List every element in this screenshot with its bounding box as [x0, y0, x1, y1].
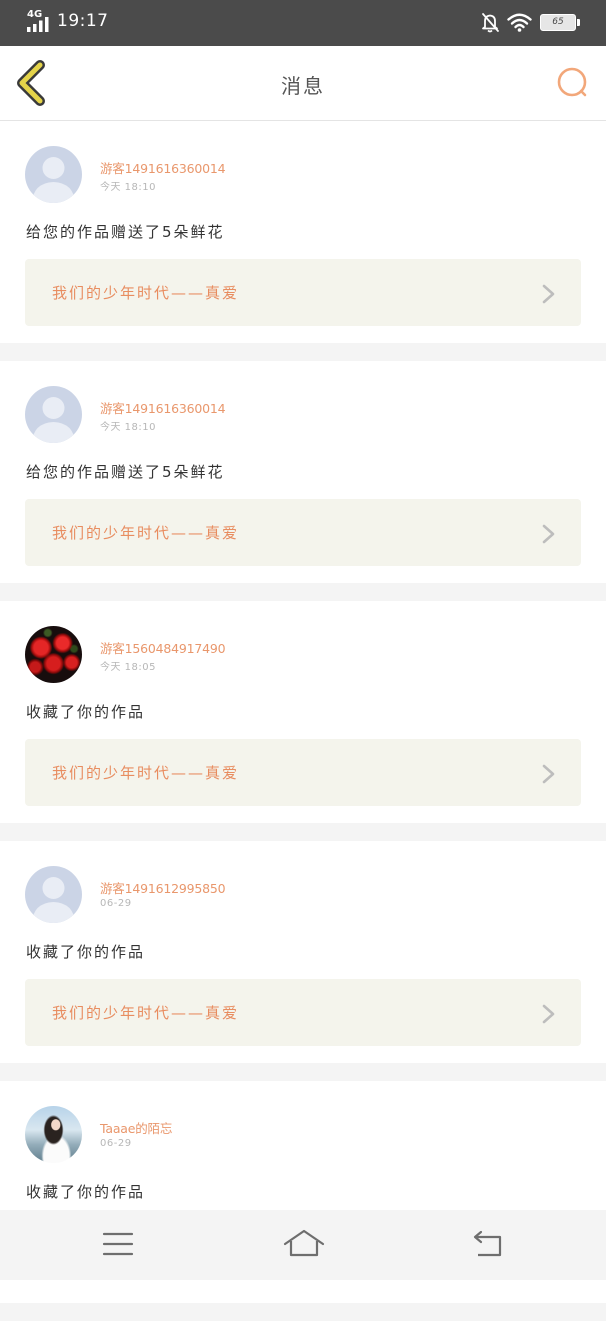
- message-text: 给您的作品赠送了5朵鲜花: [26, 463, 225, 481]
- work-title: 我们的少年时代——真爱: [52, 1004, 240, 1022]
- default-avatar-icon: [25, 866, 82, 923]
- chevron-right-icon: [542, 1004, 555, 1024]
- message-time: 今天 18:10: [100, 422, 156, 433]
- home-icon[interactable]: [282, 1226, 326, 1264]
- work-title: 我们的少年时代——真爱: [52, 764, 240, 782]
- message-time: 今天 18:05: [100, 662, 156, 673]
- chevron-right-icon: [542, 284, 555, 304]
- default-avatar-icon: [25, 386, 82, 443]
- avatar-woman-photo[interactable]: [25, 1106, 82, 1163]
- status-bar: 4G 19:17 65: [0, 0, 606, 46]
- message-text: 收藏了你的作品: [26, 703, 146, 721]
- username[interactable]: Taaae的陌忘: [100, 1118, 172, 1137]
- system-nav-bar: [0, 1210, 606, 1280]
- page-title: 消息: [281, 74, 325, 98]
- username[interactable]: 游客1491616360014: [100, 158, 226, 177]
- message-text: 给您的作品赠送了5朵鲜花: [26, 223, 225, 241]
- default-avatar-icon: [25, 146, 82, 203]
- message-card[interactable]: 游客1491616360014 今天 18:10 给您的作品赠送了5朵鲜花 我们…: [0, 361, 606, 583]
- avatar-roses-photo[interactable]: [25, 626, 82, 683]
- message-card[interactable]: 游客1491612995850 06-29 收藏了你的作品 我们的少年时代——真…: [0, 841, 606, 1063]
- avatar[interactable]: [25, 146, 82, 203]
- message-card[interactable]: 游客1560484917490 今天 18:05 收藏了你的作品 我们的少年时代…: [0, 601, 606, 823]
- work-link[interactable]: 我们的少年时代——真爱: [25, 979, 581, 1046]
- message-time: 06-29: [100, 1138, 132, 1149]
- header: 消息: [0, 46, 606, 121]
- chevron-right-icon: [542, 524, 555, 544]
- battery-level: 65: [552, 17, 564, 27]
- status-time: 19:17: [57, 11, 109, 31]
- battery-icon: 65: [540, 14, 576, 31]
- message-text: 收藏了你的作品: [26, 943, 146, 961]
- message-time: 今天 18:10: [100, 182, 156, 193]
- work-link[interactable]: 我们的少年时代——真爱: [25, 499, 581, 566]
- return-icon[interactable]: [470, 1226, 506, 1264]
- message-time: 06-29: [100, 898, 132, 909]
- avatar[interactable]: [25, 866, 82, 923]
- menu-icon[interactable]: [100, 1226, 136, 1264]
- work-link[interactable]: 我们的少年时代——真爱: [25, 739, 581, 806]
- message-card[interactable]: 游客1491616360014 今天 18:10 给您的作品赠送了5朵鲜花 我们…: [0, 121, 606, 343]
- work-link[interactable]: 我们的少年时代——真爱: [25, 259, 581, 326]
- bell-off-icon: [482, 13, 499, 33]
- signal-icon: [27, 17, 49, 32]
- chevron-right-icon: [542, 764, 555, 784]
- work-title: 我们的少年时代——真爱: [52, 524, 240, 542]
- avatar[interactable]: [25, 386, 82, 443]
- username[interactable]: 游客1560484917490: [100, 638, 226, 657]
- username[interactable]: 游客1491612995850: [100, 878, 226, 897]
- message-text: 收藏了你的作品: [26, 1183, 146, 1201]
- message-list: 游客1491616360014 今天 18:10 给您的作品赠送了5朵鲜花 我们…: [0, 121, 606, 1321]
- work-title: 我们的少年时代——真爱: [52, 284, 240, 302]
- search-icon[interactable]: [552, 62, 592, 102]
- username[interactable]: 游客1491616360014: [100, 398, 226, 417]
- battery-cap: [577, 19, 580, 26]
- wifi-icon: [507, 13, 532, 32]
